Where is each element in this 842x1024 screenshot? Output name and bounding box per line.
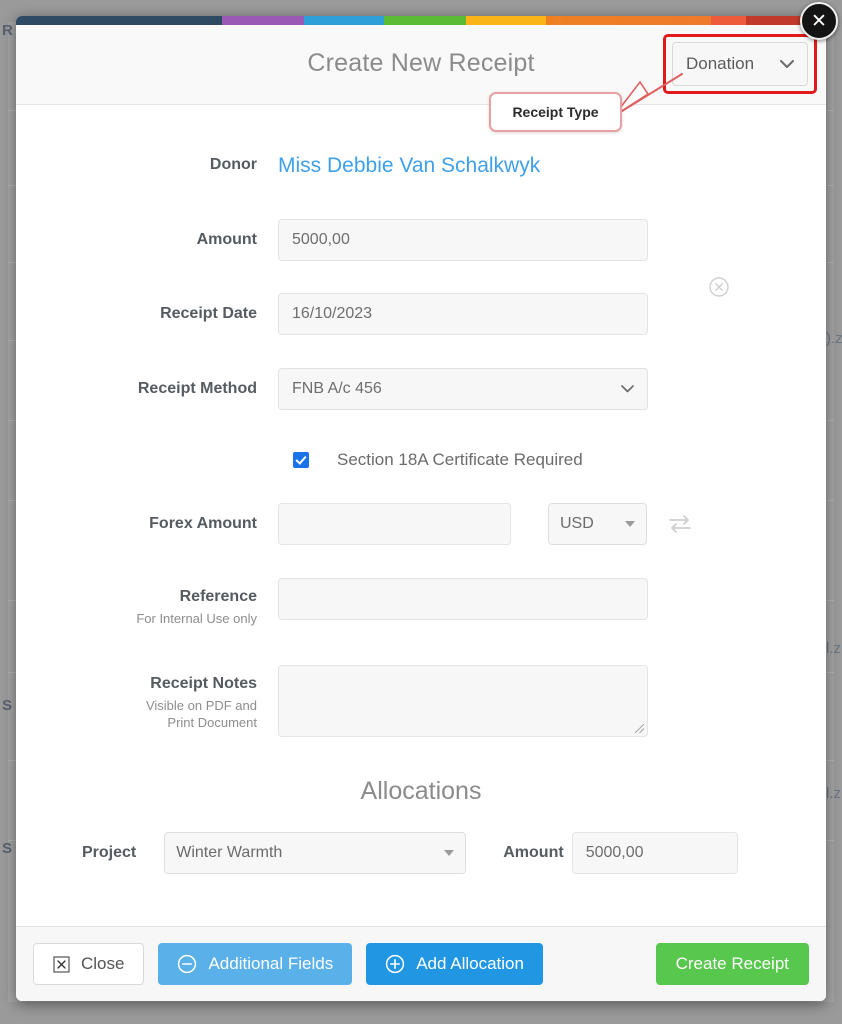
receipt-method-select[interactable]: FNB A/c 456 [278,368,648,410]
close-window-button[interactable]: ✕ [800,2,838,40]
amount-row: Amount 5000,00 [16,219,826,261]
receipt-type-value: Donation [686,54,755,73]
chevron-down-glyph [621,385,634,393]
section18a-checkbox[interactable] [293,452,309,468]
donor-field: Miss Debbie Van Schalkwyk [278,155,826,177]
chevron-down-glyph [780,60,794,68]
reference-input[interactable] [278,578,648,620]
reference-row: Reference For Internal Use only [16,578,826,628]
screen: R S S ).z l.z l.z Create New Receipt Don… [0,0,842,1024]
annotation-callout-label: Receipt Type [512,104,599,120]
section18a-label: Section 18A Certificate Required [337,450,583,469]
minus-circle-icon [177,954,197,974]
close-button[interactable]: Close [33,943,145,985]
project-select[interactable]: Winter Warmth [164,831,467,874]
color-segment-blue [303,16,384,25]
receipt-date-field: 16/10/2023 [278,293,826,335]
chevron-down-icon [621,380,634,398]
close-icon: ✕ [811,9,827,32]
background-text-fragment: ).z [826,330,842,347]
create-receipt-label: Create Receipt [675,954,789,973]
exchange-arrows-icon[interactable] [667,511,693,537]
receipt-method-label: Receipt Method [137,380,257,397]
receipt-date-input[interactable]: 16/10/2023 [278,293,648,335]
receipt-type-select[interactable]: Donation [672,42,808,86]
color-segment-yellow [465,16,546,25]
color-segment-orange [545,16,711,25]
modal-header: Create New Receipt Donation [16,25,826,105]
minus-circle-glyph [178,954,197,974]
receipt-notes-sublabel: Visible on PDF and Print Document [145,697,257,731]
receipt-notes-label-group: Receipt Notes Visible on PDF and Print D… [16,665,278,732]
receipt-method-value: FNB A/c 456 [292,380,382,397]
add-allocation-label: Add Allocation [416,954,524,973]
forex-field: USD [278,503,826,545]
exchange-arrows-glyph [669,515,691,533]
allocations-title: Allocations [360,776,482,805]
background-left-label: S [2,697,13,714]
clear-donor-glyph [709,277,729,297]
color-segment-red-orange [710,16,746,25]
reference-label-group: Reference For Internal Use only [16,578,278,628]
additional-fields-label: Additional Fields [208,954,334,973]
create-receipt-modal: Create New Receipt Donation Donor Miss D… [16,16,826,1001]
close-button-label: Close [81,954,125,973]
receipt-notes-field [278,664,826,737]
donor-row: Donor Miss Debbie Van Schalkwyk [16,155,826,177]
forex-amount-input[interactable] [278,503,511,545]
additional-fields-button[interactable]: Additional Fields [158,943,353,985]
allocation-row: Project Winter Warmth Amount 5000,00 [16,831,826,874]
annotation-callout: Receipt Type [489,92,622,132]
project-label: Project [82,843,137,861]
donor-label: Donor [209,156,257,173]
receipt-date-row: Receipt Date 16/10/2023 [16,293,826,335]
color-accent-bar [16,16,826,25]
forex-label: Forex Amount [149,515,257,532]
currency-select[interactable]: USD [548,503,647,545]
receipt-date-label: Receipt Date [160,305,257,322]
amount-input[interactable]: 5000,00 [278,219,648,261]
amount-field: 5000,00 [278,219,826,261]
create-receipt-button[interactable]: Create Receipt [655,943,809,985]
receipt-method-field: FNB A/c 456 [278,368,826,410]
plus-circle-icon [385,954,405,974]
reference-field [278,578,826,620]
clear-donor-icon[interactable] [709,277,729,297]
project-value: Winter Warmth [176,843,283,861]
receipt-notes-textarea[interactable] [278,664,648,737]
modal-body: Donor Miss Debbie Van Schalkwyk Amount 5… [16,105,826,926]
currency-value: USD [560,515,594,532]
receipt-method-row: Receipt Method FNB A/c 456 [16,368,826,410]
receipt-notes-label: Receipt Notes [150,674,257,692]
caret-down-icon [444,849,455,856]
background-text-fragment: l.z [826,640,841,657]
section18a-row[interactable]: Section 18A Certificate Required [16,450,826,470]
caret-down-icon [625,521,635,527]
amount-label: Amount [196,231,257,248]
background-left-label: S [2,840,13,857]
add-allocation-button[interactable]: Add Allocation [366,943,543,985]
close-box-glyph [53,955,70,973]
forex-row: Forex Amount USD [16,503,826,545]
background-text-fragment: l.z [826,785,841,802]
reference-label: Reference [179,588,257,605]
close-box-icon [53,955,70,973]
allocation-amount-input[interactable]: 5000,00 [571,831,738,874]
chevron-down-icon [780,56,794,72]
color-segment-navy [16,16,222,25]
color-segment-green [383,16,466,25]
reference-sublabel: For Internal Use only [136,611,257,627]
receipt-notes-row: Receipt Notes Visible on PDF and Print D… [16,664,826,737]
donor-value-link[interactable]: Miss Debbie Van Schalkwyk [278,154,540,177]
allocation-amount-label: Amount [503,843,564,861]
modal-footer: Close Additional Fields Add Allocation C… [16,926,826,1001]
receipt-type-dropdown[interactable]: Donation [672,42,808,86]
plus-circle-glyph [386,954,405,974]
color-segment-purple [221,16,304,25]
background-left-label: R [2,22,13,39]
